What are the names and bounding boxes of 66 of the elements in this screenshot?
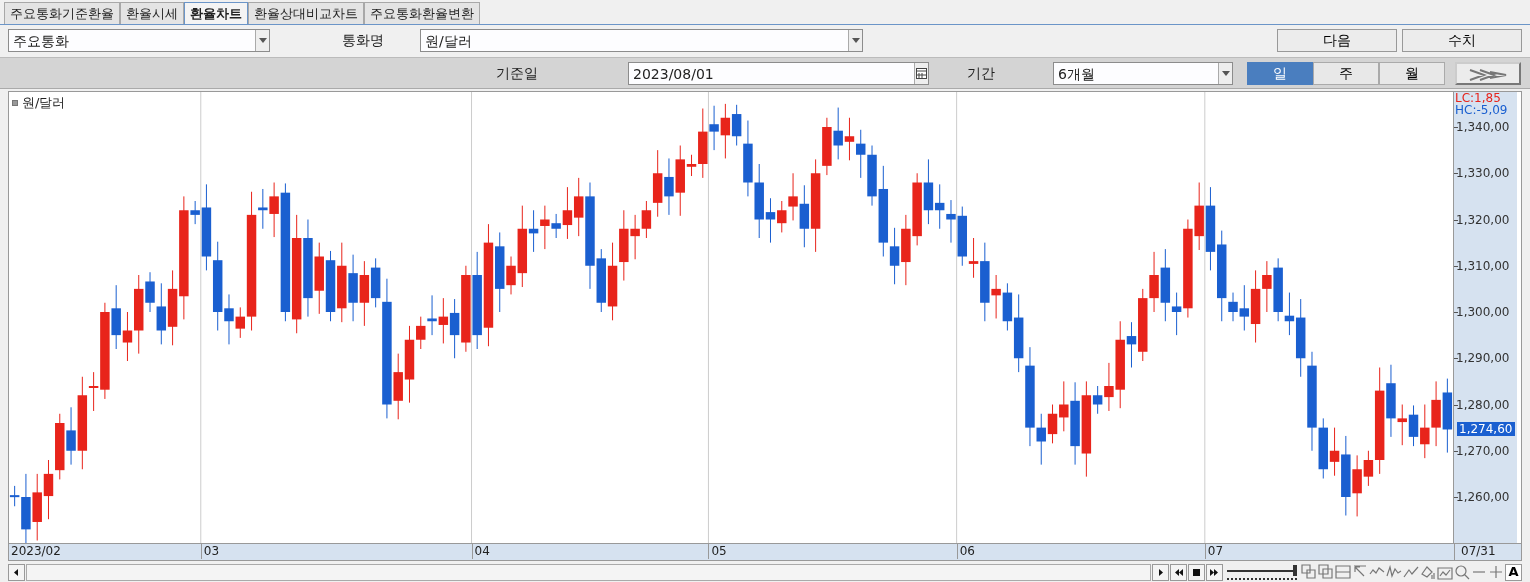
axis-date-label: 04: [471, 544, 490, 559]
currency-group-select[interactable]: 주요통화: [8, 28, 270, 52]
fast-forward-icon: [1210, 567, 1219, 577]
dropdown-arrow-icon[interactable]: [1221, 70, 1230, 76]
axis-date-label: 07/31: [1454, 544, 1496, 560]
axis-tick-label: 1,270,00: [1456, 443, 1510, 458]
interval-tab[interactable]: 일: [1247, 61, 1313, 85]
axis-tick-label: 1,340,00: [1456, 120, 1510, 134]
stop-icon: [1192, 567, 1201, 577]
axis-tick-label: 1,310,00: [1456, 258, 1510, 273]
low-change-label: LC:1,85: [1454, 92, 1502, 104]
axis-date-label: 2023/02: [10, 544, 61, 559]
window-icon[interactable]: [1301, 564, 1317, 580]
current-price-label: 1,274,60: [1457, 422, 1515, 437]
legend-marker-icon: [12, 99, 18, 106]
tab[interactable]: 주요통화환율변환: [364, 2, 480, 24]
zoom-in-icon[interactable]: [1488, 564, 1504, 580]
period-select[interactable]: 6개월: [1053, 61, 1233, 85]
axis-tick-label: 1,300,00: [1456, 305, 1510, 319]
play-button[interactable]: [1152, 563, 1169, 581]
chart-window-icon[interactable]: [1437, 564, 1453, 580]
axis-date-label: 07: [1204, 544, 1224, 559]
font-button[interactable]: A: [1505, 563, 1522, 581]
dropdown-arrow-icon[interactable]: [851, 37, 860, 43]
trend-icon[interactable]: [1403, 564, 1419, 580]
axis-tick-label: 1,290,00: [1456, 351, 1510, 366]
tab[interactable]: 환율상대비교차트: [248, 2, 364, 24]
fast-forward-button[interactable]: [1206, 563, 1223, 581]
high-change-label: HC:-5,09: [1454, 104, 1509, 116]
stop-button[interactable]: [1188, 563, 1205, 581]
axis-date-label: 03: [200, 544, 220, 559]
date-field[interactable]: 2023/08/01: [628, 61, 929, 85]
double-arrow-icon: [1468, 68, 1508, 81]
interval-tab[interactable]: 월: [1379, 61, 1445, 85]
slider-thumb[interactable]: [1293, 565, 1297, 576]
field-label: 기간: [967, 63, 996, 83]
rewind-button[interactable]: [1170, 563, 1187, 581]
tab[interactable]: 환율차트: [184, 2, 248, 24]
axis-tick-label: 1,280,00: [1456, 397, 1510, 412]
search-icon[interactable]: [1454, 564, 1470, 580]
tab[interactable]: 주요통화기준환율: [4, 2, 120, 24]
field-label: 기준일: [496, 63, 539, 83]
dropdown-arrow-icon[interactable]: [258, 37, 267, 43]
shape-icon[interactable]: [1420, 564, 1436, 580]
tab[interactable]: 환율시세: [120, 2, 184, 24]
interval-tab[interactable]: 주: [1313, 61, 1379, 85]
axis-tick-label: 1,320,00: [1456, 212, 1510, 227]
currency-name-select[interactable]: 원/달러: [420, 28, 863, 52]
axis-date-label: 05: [708, 544, 727, 559]
zoom-slider[interactable]: [1227, 564, 1297, 580]
field-label: 통화명: [342, 30, 384, 50]
line-chart-icon[interactable]: [1386, 564, 1402, 580]
scroll-left-button[interactable]: [8, 563, 25, 581]
next-button[interactable]: 다음: [1277, 28, 1397, 52]
axis-date-label: 06: [956, 544, 975, 559]
grid-icon[interactable]: [1335, 564, 1351, 580]
axis-tick-label: 1,260,00: [1456, 490, 1510, 504]
left-arrow-icon: [12, 567, 21, 577]
legend-label: 원/달러: [22, 94, 66, 112]
play-icon: [1156, 567, 1165, 577]
window-icon[interactable]: [1318, 564, 1334, 580]
next-period-button[interactable]: [1455, 61, 1521, 85]
calendar-icon[interactable]: [916, 67, 927, 79]
axis-tick-label: 1,330,00: [1456, 166, 1510, 181]
rewind-icon: [1174, 567, 1183, 577]
values-button[interactable]: 수치: [1402, 28, 1522, 52]
